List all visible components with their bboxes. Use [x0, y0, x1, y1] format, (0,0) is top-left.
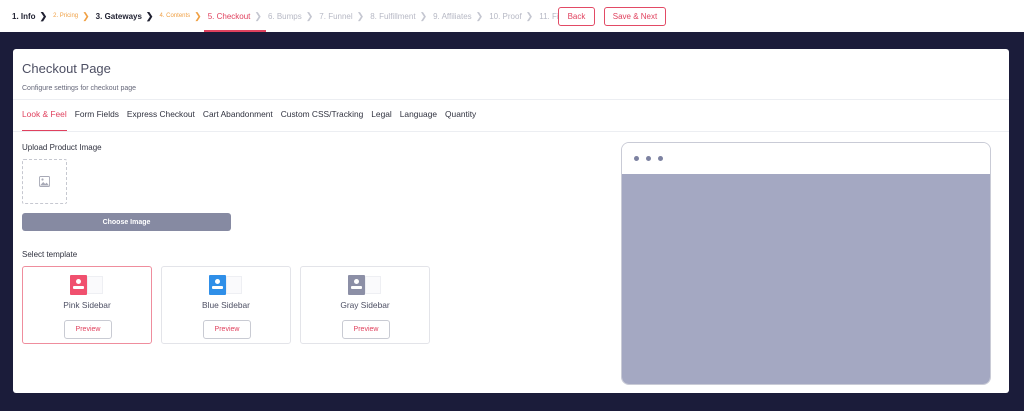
step-label: 9. Affiliates [433, 11, 472, 21]
text-line [73, 286, 84, 289]
step-contents[interactable]: 4. Contents ❯ [159, 0, 201, 32]
avatar-dot [215, 279, 220, 284]
step-label: 1. Info [12, 11, 36, 21]
tab-legal[interactable]: Legal [371, 107, 392, 131]
chevron-right-icon: ❯ [419, 10, 428, 21]
template-card-gray-sidebar[interactable]: Gray Sidebar Preview [300, 266, 430, 344]
step-label: 10. Proof [489, 11, 522, 21]
step-info[interactable]: 1. Info ❯ [12, 0, 47, 32]
tab-cart-abandonment[interactable]: Cart Abandonment [203, 107, 273, 131]
template-name: Gray Sidebar [340, 300, 390, 310]
tab-language[interactable]: Language [400, 107, 437, 131]
tab-look-and-feel[interactable]: Look & Feel [22, 107, 67, 132]
step-label: 3. Gateways [95, 11, 142, 21]
step-fulfillment[interactable]: 8. Fulfillment ❯ [370, 0, 427, 32]
browser-title-bar [622, 143, 990, 174]
select-template-label: Select template [22, 250, 78, 259]
template-name: Blue Sidebar [202, 300, 250, 310]
chevron-right-icon: ❯ [145, 10, 154, 21]
checkout-preview-window [621, 142, 991, 385]
settings-tabs: Look & Feel Form Fields Express Checkout… [22, 107, 484, 132]
tab-express-checkout[interactable]: Express Checkout [127, 107, 195, 131]
window-dot-icon [658, 156, 663, 161]
upload-product-image-label: Upload Product Image [22, 143, 102, 152]
chevron-right-icon: ❯ [356, 10, 365, 21]
chevron-right-icon: ❯ [82, 10, 90, 21]
wizard-step-bar: 1. Info ❯ 2. Pricing ❯ 3. Gateways ❯ 4. Con… [0, 0, 1024, 32]
text-line [212, 286, 223, 289]
step-label: 7. Funnel [319, 11, 353, 21]
chevron-right-icon: ❯ [475, 10, 484, 21]
chevron-right-icon: ❯ [39, 10, 48, 21]
tab-quantity[interactable]: Quantity [445, 107, 476, 131]
step-label: 2. Pricing [53, 13, 79, 19]
sidebar-swatch [209, 275, 226, 295]
preview-canvas [622, 174, 990, 384]
avatar-dot [76, 279, 81, 284]
page-area [87, 276, 103, 294]
text-line [351, 286, 362, 289]
template-card-blue-sidebar[interactable]: Blue Sidebar Preview [161, 266, 291, 344]
image-placeholder-icon [39, 176, 50, 187]
checkout-settings-card: Checkout Page Configure settings for che… [13, 49, 1009, 393]
step-proof[interactable]: 10. Proof ❯ [489, 0, 533, 32]
step-checkout[interactable]: 5. Checkout ❯ [203, 0, 267, 32]
step-funnel[interactable]: 7. Funnel ❯ [319, 0, 364, 32]
template-name: Pink Sidebar [63, 300, 111, 310]
step-label: 4. Contents [159, 13, 191, 19]
sidebar-swatch [348, 275, 365, 295]
template-thumbnail [348, 275, 381, 295]
choose-image-button[interactable]: Choose Image [22, 213, 231, 231]
sidebar-swatch [70, 275, 87, 295]
tab-form-fields[interactable]: Form Fields [75, 107, 119, 131]
chevron-right-icon: ❯ [254, 10, 262, 21]
avatar-dot [354, 279, 359, 284]
tabs-divider [13, 131, 1009, 132]
step-affiliates[interactable]: 9. Affiliates ❯ [433, 0, 483, 32]
preview-button[interactable]: Preview [64, 320, 112, 339]
back-button[interactable]: Back [558, 7, 595, 26]
step-label: 6. Bumps [267, 11, 302, 21]
template-thumbnail [209, 275, 242, 295]
step-pricing[interactable]: 2. Pricing ❯ [53, 0, 90, 32]
header-divider [13, 99, 1009, 100]
page-area [226, 276, 242, 294]
window-dot-icon [646, 156, 651, 161]
page-area [365, 276, 381, 294]
step-label: 5. Checkout [207, 11, 251, 21]
step-gateways[interactable]: 3. Gateways ❯ [96, 0, 154, 32]
chevron-right-icon: ❯ [194, 10, 202, 21]
preview-button[interactable]: Preview [203, 320, 251, 339]
chevron-right-icon: ❯ [525, 10, 534, 21]
save-next-button[interactable]: Save & Next [604, 7, 666, 26]
step-label: 8. Fulfillment [370, 11, 416, 21]
image-upload-dropzone[interactable] [22, 159, 67, 204]
step-bumps[interactable]: 6. Bumps ❯ [268, 0, 313, 32]
page-title: Checkout Page [22, 61, 111, 76]
page-subtitle: Configure settings for checkout page [22, 85, 137, 92]
step-list: 1. Info ❯ 2. Pricing ❯ 3. Gateways ❯ 4. Con… [12, 0, 579, 32]
tab-custom-css-tracking[interactable]: Custom CSS/Tracking [281, 107, 364, 131]
preview-button[interactable]: Preview [342, 320, 390, 339]
chevron-right-icon: ❯ [305, 10, 314, 21]
window-dot-icon [634, 156, 639, 161]
template-card-pink-sidebar[interactable]: Pink Sidebar Preview [22, 266, 152, 344]
template-thumbnail [70, 275, 103, 295]
